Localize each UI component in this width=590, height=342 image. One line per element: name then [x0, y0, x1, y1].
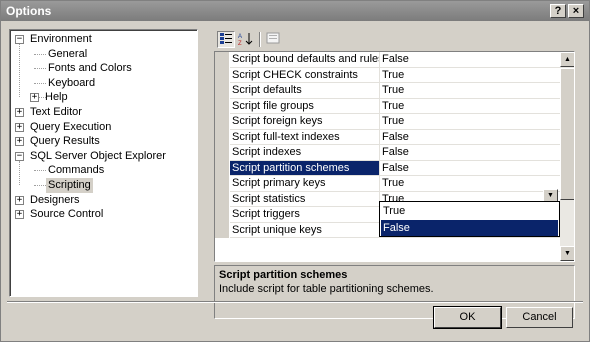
property-pages-icon[interactable] — [264, 31, 282, 48]
grid-scrollbar[interactable]: ▲ ▼ — [560, 52, 574, 261]
property-name[interactable]: Script partition schemes — [230, 160, 380, 176]
row-gutter — [215, 67, 229, 83]
property-value[interactable]: True — [380, 99, 560, 114]
property-name[interactable]: Script full-text indexes — [230, 129, 380, 145]
property-row[interactable]: Script defaults True — [215, 83, 560, 99]
help-button[interactable]: ? — [550, 4, 566, 18]
row-gutter — [215, 114, 229, 130]
expand-icon[interactable]: + — [15, 122, 24, 132]
property-name[interactable]: Script bound defaults and rules — [230, 52, 380, 68]
options-tree[interactable]: − Environment General Fonts and Colors Keybo… — [9, 29, 198, 297]
window-title: Options — [6, 4, 52, 18]
tree-item-fonts-and-colors[interactable]: Fonts and Colors — [46, 61, 134, 76]
property-name[interactable]: Script triggers — [230, 207, 380, 223]
property-row[interactable]: Script primary keys True — [215, 176, 560, 192]
description-title: Script partition schemes — [219, 269, 348, 281]
property-row[interactable]: Script foreign keys True — [215, 114, 560, 130]
dropdown-option[interactable]: True — [381, 203, 558, 219]
tree-connector — [34, 82, 46, 84]
expand-icon[interactable]: + — [15, 137, 24, 147]
tree-item-source-control[interactable]: Source Control — [28, 207, 105, 222]
property-name[interactable]: Script defaults — [230, 83, 380, 99]
tree-connector — [34, 68, 46, 70]
row-gutter — [215, 83, 229, 99]
property-name[interactable]: Script statistics — [230, 191, 380, 207]
expand-icon[interactable]: + — [30, 93, 39, 103]
property-row[interactable]: Script file groups True — [215, 98, 560, 114]
property-name[interactable]: Script indexes — [230, 145, 380, 161]
property-name[interactable]: Script CHECK constraints — [230, 67, 380, 83]
property-value[interactable]: False — [380, 52, 560, 68]
tree-item-designers[interactable]: Designers — [28, 193, 82, 208]
property-value[interactable]: True — [380, 176, 560, 192]
row-gutter — [215, 176, 229, 192]
tree-item-commands[interactable]: Commands — [46, 163, 106, 178]
property-row[interactable]: Script partition schemes False — [215, 160, 560, 176]
row-gutter — [215, 145, 229, 161]
expand-icon[interactable]: + — [15, 210, 24, 220]
row-gutter — [215, 160, 229, 176]
sort-alphabetical-icon[interactable]: AZ — [237, 31, 255, 48]
categorized-icon[interactable] — [217, 31, 235, 48]
row-gutter — [215, 52, 229, 68]
close-button[interactable]: × — [568, 4, 584, 18]
tree-item-keyboard[interactable]: Keyboard — [46, 76, 97, 91]
tree-item-query-results[interactable]: Query Results — [28, 134, 102, 149]
tree-guide-line — [19, 44, 20, 98]
property-value[interactable]: False — [380, 145, 560, 161]
expand-icon[interactable]: + — [15, 108, 24, 117]
scroll-up-icon[interactable]: ▲ — [560, 52, 574, 67]
scroll-down-icon[interactable]: ▼ — [560, 246, 574, 261]
svg-text:Z: Z — [238, 41, 242, 46]
collapse-icon[interactable]: − — [15, 35, 24, 44]
property-value[interactable]: False — [380, 130, 560, 145]
cancel-button[interactable]: Cancel — [506, 307, 573, 328]
row-gutter — [215, 98, 229, 114]
property-value[interactable]: True — [380, 83, 560, 99]
scroll-thumb[interactable] — [560, 68, 574, 200]
tree-item-environment[interactable]: Environment — [28, 32, 94, 47]
options-dialog: Options ? × − Environment General Fonts and… — [0, 0, 590, 342]
svg-text:A: A — [238, 34, 242, 40]
tree-item-general[interactable]: General — [46, 47, 89, 62]
title-bar: Options ? × — [1, 1, 589, 21]
tree-item-sql-server-object-explorer[interactable]: SQL Server Object Explorer — [28, 149, 168, 164]
row-gutter — [215, 207, 229, 223]
description-text: Include script for table partitioning sc… — [219, 283, 434, 295]
tree-item-query-execution[interactable]: Query Execution — [28, 120, 113, 135]
ok-button[interactable]: OK — [433, 306, 502, 329]
property-value[interactable]: True — [380, 114, 560, 130]
property-name[interactable]: Script primary keys — [230, 176, 380, 192]
toolbar-separator — [259, 32, 261, 47]
tree-item-scripting[interactable]: Scripting — [46, 178, 93, 193]
row-gutter — [215, 191, 229, 207]
property-name[interactable]: Script foreign keys — [230, 114, 380, 130]
property-name[interactable]: Script file groups — [230, 98, 380, 114]
value-dropdown-list[interactable]: True False — [379, 201, 560, 237]
expand-icon[interactable]: + — [15, 195, 24, 205]
tree-connector — [34, 185, 46, 186]
tree-item-text-editor[interactable]: Text Editor — [28, 105, 84, 120]
tree-connector — [34, 170, 46, 172]
tree-guide-line — [19, 160, 20, 185]
property-toolbar: AZ — [214, 29, 575, 51]
property-row[interactable]: Script bound defaults and rules False — [215, 52, 560, 68]
tree-item-help[interactable]: Help — [43, 90, 70, 105]
row-gutter — [215, 222, 229, 238]
row-gutter — [215, 129, 229, 145]
dropdown-option[interactable]: False — [381, 220, 558, 236]
property-row[interactable]: Script CHECK constraints True — [215, 67, 560, 83]
property-value[interactable]: False — [380, 161, 560, 176]
property-grid[interactable]: Script bound defaults and rules False Scri… — [214, 51, 575, 262]
tree-connector — [34, 53, 46, 55]
property-panel: AZ Script bound defaults and rules False S… — [214, 29, 575, 319]
collapse-icon[interactable]: − — [15, 151, 24, 161]
property-value[interactable]: True — [380, 68, 560, 83]
property-row[interactable]: Script full-text indexes False — [215, 129, 560, 145]
divider — [7, 301, 583, 303]
property-row[interactable]: Script indexes False — [215, 145, 560, 161]
property-name[interactable]: Script unique keys — [230, 222, 380, 238]
